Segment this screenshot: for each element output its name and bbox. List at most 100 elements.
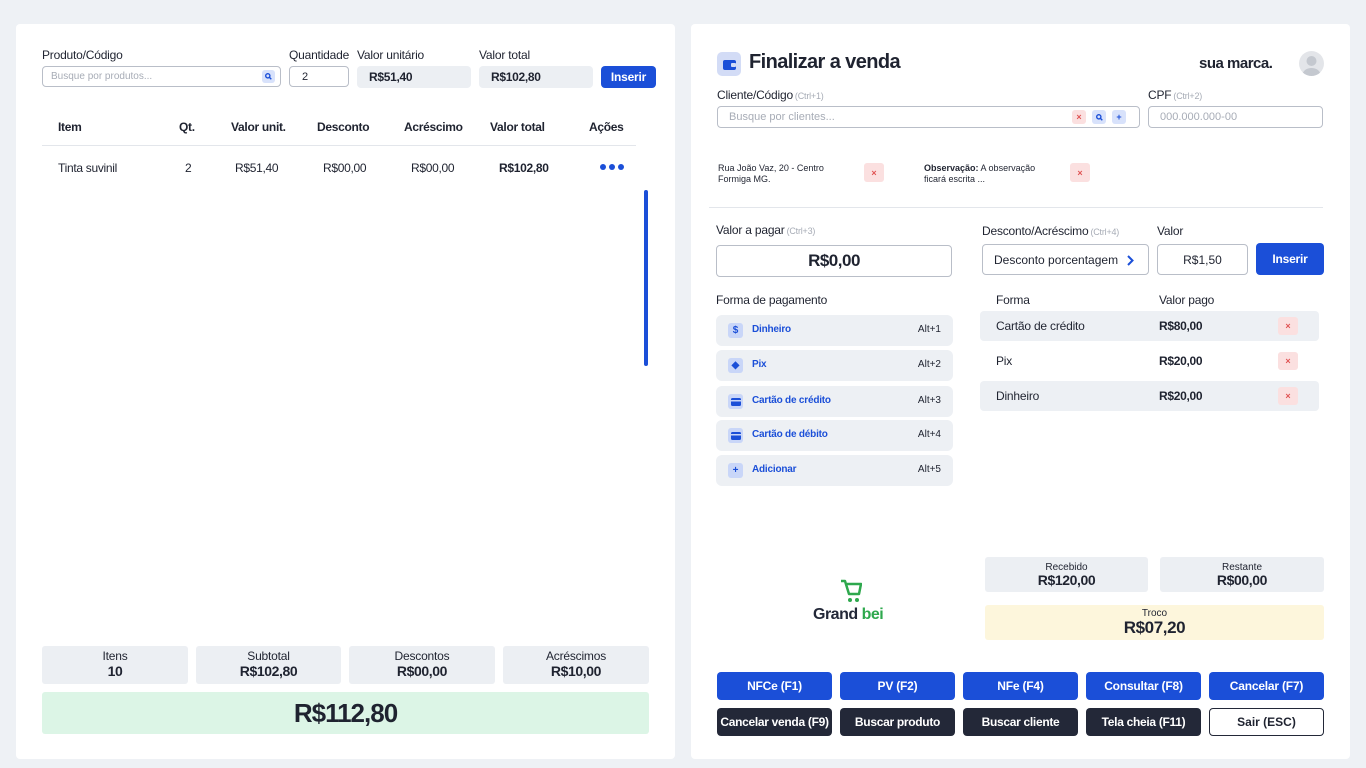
received-box: Recebido R$120,00 (985, 557, 1148, 592)
stat-subtotal: Subtotal R$102,80 (196, 646, 341, 684)
remove-observation-icon[interactable]: × (1070, 163, 1090, 182)
logo-text-grand: Grand (813, 606, 858, 623)
payment-method-name: Pix (752, 359, 767, 370)
cell-total: R$102,80 (499, 161, 549, 175)
stat-additions-value: R$10,00 (550, 663, 602, 679)
remove-address-icon[interactable]: × (864, 163, 884, 182)
client-search-placeholder: Busque por clientes... (729, 111, 835, 123)
logo-text-bei: bei (861, 606, 884, 623)
discount-shortcut: (Ctrl+4) (1090, 227, 1120, 237)
wallet-icon (717, 52, 741, 76)
payment-method-shortcut: Alt+2 (917, 359, 941, 370)
pay-value-input[interactable]: R$0,00 (716, 245, 952, 277)
more-actions-icon[interactable] (600, 164, 624, 172)
add-client-icon[interactable]: + (1112, 110, 1126, 124)
search-client-button[interactable]: Buscar cliente (963, 708, 1078, 736)
unit-value: R$51,40 (369, 70, 413, 84)
column-header-actions: Ações (589, 120, 624, 134)
payment-method-shortcut: Alt+5 (917, 464, 941, 475)
fullscreen-button[interactable]: Tela cheia (F11) (1086, 708, 1201, 736)
search-icon[interactable] (262, 70, 275, 83)
nfce-button[interactable]: NFCe (F1) (717, 672, 832, 700)
cancel-button[interactable]: Cancelar (F7) (1209, 672, 1324, 700)
cpf-shortcut: (Ctrl+2) (1173, 91, 1203, 101)
unit-value-label: Valor unitário (357, 48, 425, 62)
total-value-field: R$102,80 (479, 66, 593, 88)
discount-type-select[interactable]: Desconto porcentagem (982, 244, 1149, 275)
payment-row-value: R$80,00 (1159, 319, 1203, 333)
cpf-label-text: CPF (1148, 88, 1172, 102)
remove-payment-icon[interactable]: × (1278, 317, 1298, 335)
section-divider (709, 207, 1323, 208)
stat-additions: Acréscimos R$10,00 (503, 646, 649, 684)
payment-method-cash[interactable]: $ Dinheiro Alt+1 (716, 315, 953, 346)
insert-discount-button[interactable]: Inserir (1256, 243, 1324, 275)
client-shortcut: (Ctrl+1) (794, 91, 824, 101)
quantity-value: 2 (302, 70, 309, 83)
credit-card-icon (728, 394, 743, 409)
clear-client-icon[interactable]: × (1072, 110, 1086, 124)
stat-items-title: Itens (102, 649, 128, 663)
payment-method-add[interactable]: + Adicionar Alt+5 (716, 455, 953, 486)
cell-discount: R$00,00 (323, 161, 367, 175)
total-value: R$102,80 (491, 70, 541, 84)
product-search-input[interactable]: Busque por produtos... (42, 66, 281, 87)
cell-unit: R$51,40 (235, 161, 279, 175)
cpf-input[interactable]: 000.000.000-00 (1148, 106, 1323, 128)
pay-value-label-text: Valor a pagar (716, 223, 785, 237)
client-search-icon[interactable] (1092, 110, 1106, 124)
plus-icon: + (728, 463, 743, 478)
received-value: R$120,00 (1037, 572, 1096, 588)
column-header-addition: Acréscimo (404, 120, 463, 134)
grand-total-value: R$112,80 (293, 697, 398, 728)
client-label: Cliente/Código (Ctrl+1) (717, 88, 824, 102)
payments-header-method: Forma (996, 293, 1030, 307)
exit-button[interactable]: Sair (ESC) (1209, 708, 1324, 736)
payment-method-pix[interactable]: ◆ Pix Alt+2 (716, 350, 953, 381)
payment-method-name: Cartão de crédito (752, 395, 831, 406)
payment-row-value: R$20,00 (1159, 354, 1203, 368)
scrollbar[interactable] (644, 190, 648, 366)
cancel-sale-button[interactable]: Cancelar venda (F9) (717, 708, 832, 736)
pv-button[interactable]: PV (F2) (840, 672, 955, 700)
payment-method-name: Cartão de débito (752, 429, 828, 440)
payment-method-shortcut: Alt+4 (917, 429, 941, 440)
column-header-unit: Valor unit. (231, 120, 286, 134)
nfe-button[interactable]: NFe (F4) (963, 672, 1078, 700)
cell-qty: 2 (185, 161, 192, 175)
cash-icon: $ (728, 323, 743, 338)
payment-row: Dinheiro R$20,00 × (980, 381, 1319, 411)
stat-additions-title: Acréscimos (545, 649, 606, 663)
remove-payment-icon[interactable]: × (1278, 352, 1298, 370)
search-product-button[interactable]: Buscar produto (840, 708, 955, 736)
payment-method-credit[interactable]: Cartão de crédito Alt+3 (716, 386, 953, 417)
stat-items: Itens 10 (42, 646, 188, 684)
payment-row-method: Cartão de crédito (996, 319, 1085, 333)
avatar[interactable] (1299, 51, 1324, 76)
payments-header-value: Valor pago (1159, 293, 1215, 307)
insert-product-button[interactable]: Inserir (601, 66, 656, 88)
column-header-item: Item (58, 120, 82, 134)
remove-payment-icon[interactable]: × (1278, 387, 1298, 405)
payment-method-debit[interactable]: Cartão de débito Alt+4 (716, 420, 953, 451)
consult-button[interactable]: Consultar (F8) (1086, 672, 1201, 700)
discount-value-input[interactable]: R$1,50 (1157, 244, 1248, 275)
stat-items-value: 10 (107, 663, 123, 679)
change-box: Troco R$07,20 (985, 605, 1324, 640)
payment-row-value: R$20,00 (1159, 389, 1203, 403)
quantity-input[interactable]: 2 (289, 66, 349, 87)
payment-method-name: Adicionar (752, 464, 797, 475)
discount-value: R$1,50 (1183, 252, 1222, 267)
pay-value: R$0,00 (808, 251, 860, 270)
discount-type-value: Desconto porcentagem (994, 252, 1119, 267)
client-label-text: Cliente/Código (717, 88, 793, 102)
pay-value-shortcut: (Ctrl+3) (786, 226, 816, 236)
change-value: R$07,20 (1123, 618, 1186, 637)
debit-card-icon (728, 428, 743, 443)
chevron-right-icon (1127, 255, 1134, 266)
discount-label: Desconto/Acréscimo (Ctrl+4) (982, 224, 1119, 238)
total-value-label: Valor total (479, 48, 530, 62)
stat-discounts: Descontos R$00,00 (349, 646, 495, 684)
client-address: Rua João Vaz, 20 - Centro Formiga MG. (718, 163, 824, 184)
brand-logo: sua marca. (1199, 55, 1273, 72)
